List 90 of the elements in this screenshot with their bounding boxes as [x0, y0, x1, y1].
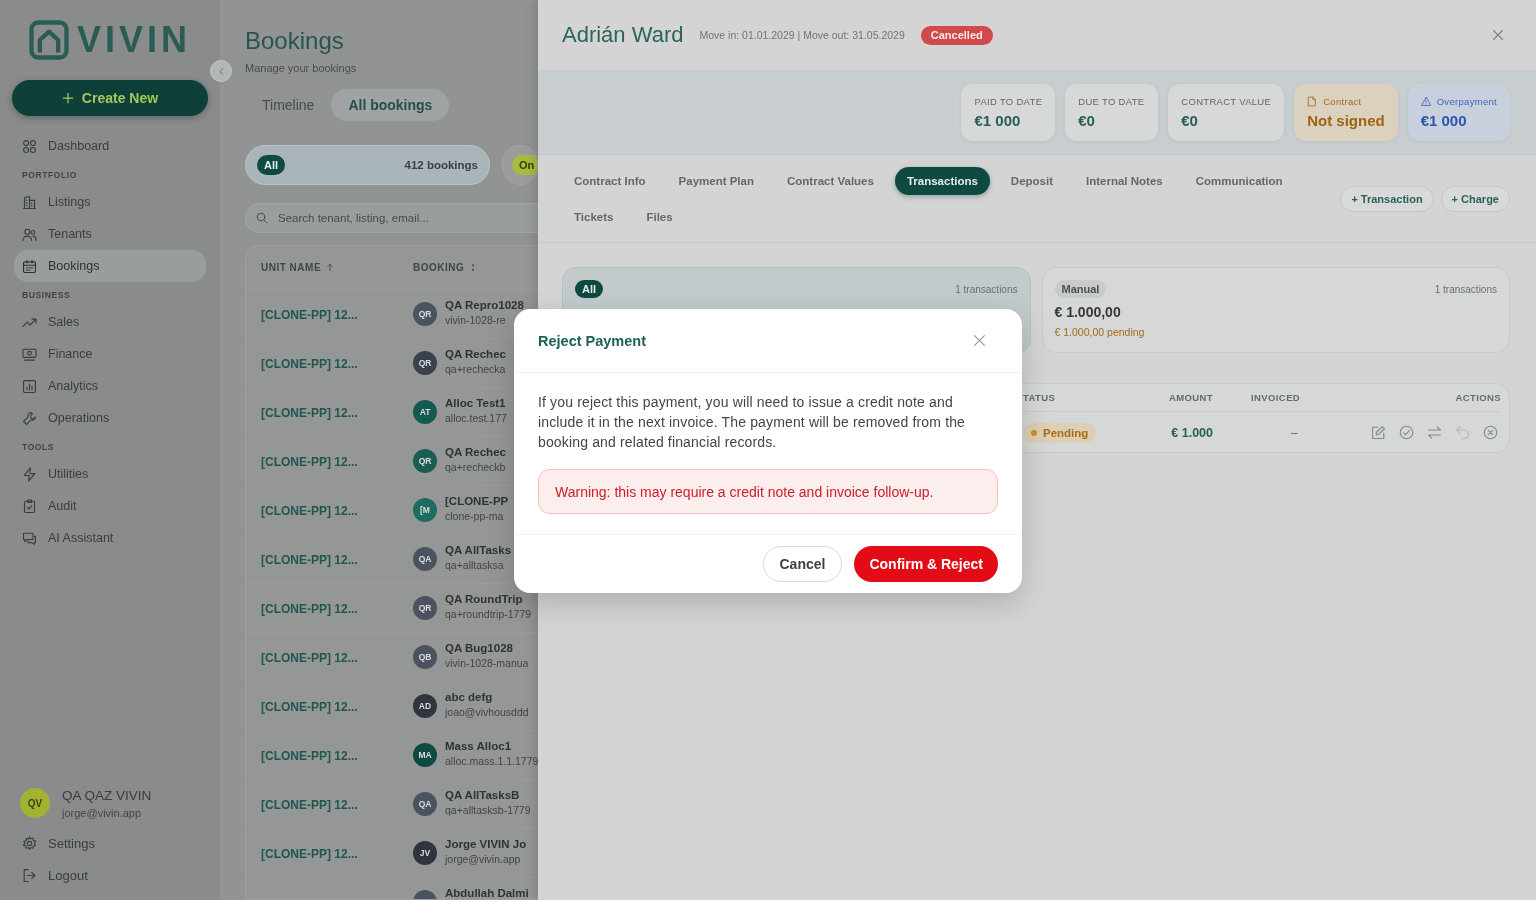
- nav-section-heading: PORTFOLIO: [21, 169, 78, 182]
- stat-label: PAID TO DATE: [974, 95, 1043, 107]
- stat-value: €0: [1181, 111, 1199, 129]
- booking-count: 412 bookings: [404, 159, 478, 171]
- column-header: ACTIONS: [1454, 392, 1501, 403]
- tenant-name: Alloc Test1: [445, 397, 507, 409]
- tenant-name: QA Repro1028: [445, 299, 524, 311]
- page-title: Bookings: [245, 27, 345, 55]
- unit-name: [CLONE-PP] 12...: [261, 455, 358, 469]
- tenant-name: QA AllTasks: [445, 544, 512, 556]
- avatar: QR: [413, 449, 437, 473]
- page-subtitle: Manage your bookings: [245, 61, 358, 75]
- user-name: QA QAZ VIVIN: [62, 787, 152, 803]
- tenant-email: qa+rechecka: [445, 363, 506, 375]
- amount-cell: € 1.000: [1171, 426, 1213, 440]
- avatar: MA: [413, 743, 437, 767]
- stat-label: CONTRACT VALUE: [1181, 95, 1272, 107]
- status-badge: Cancelled: [920, 25, 993, 45]
- unit-name: [CLONE-PP] 12...: [261, 798, 358, 812]
- user-email: jorge@vivin.app: [62, 806, 143, 819]
- tenant-email: joao@vivhousddd: [445, 706, 529, 718]
- nav-section-heading: BUSINESS: [21, 289, 72, 302]
- summary-amount: € 1.000,00: [1054, 304, 1121, 320]
- stat-value: €1 000: [1420, 111, 1468, 129]
- nav-section-heading: TOOLS: [21, 441, 56, 454]
- column-header: INVOICED: [1251, 392, 1302, 403]
- user-avatar: QV: [20, 788, 50, 818]
- warning-message: Warning: this may require a credit note and invoice follow-up.: [538, 469, 998, 514]
- tenant-name: QA Bug1028: [445, 642, 514, 654]
- dialog-title: Reject Payment: [538, 332, 646, 349]
- tenant-email: alloc.test.177: [445, 412, 507, 424]
- avatar: QR: [413, 596, 437, 620]
- stat-label: Overpayment: [1436, 95, 1497, 107]
- dialog-message: If you reject this payment, you will need to issue a credit note and include it in the next invoice. The payment will be removed from the booking and related financial records.: [538, 393, 967, 452]
- transaction-count: 1 transactions: [1434, 283, 1497, 295]
- unit-name: [CLONE-PP] 12...: [261, 700, 358, 714]
- tenant-title: Adrián Ward: [562, 22, 684, 48]
- tenant-name: QA RoundTrip: [445, 593, 524, 605]
- tenant-email: qa+recheckb: [445, 461, 506, 473]
- column-header: AMOUNT: [1167, 392, 1213, 403]
- tenant-email: alloc.mass.1.1.1779: [445, 755, 538, 767]
- pending-amount: € 1.000,00 pending: [1054, 326, 1145, 338]
- avatar: [M: [413, 498, 437, 522]
- avatar: QA: [413, 547, 437, 571]
- tenant-name: [CLONE-PP: [445, 495, 509, 507]
- unit-name: [CLONE-PP] 12...: [261, 847, 358, 861]
- filter-chip: All: [257, 155, 286, 175]
- unit-name: [CLONE-PP] 12...: [261, 553, 358, 567]
- avatar: QR: [413, 351, 437, 375]
- tenant-name: QA AllTasksB: [445, 789, 521, 801]
- tenant-name: Jorge VIVIN Jo: [445, 838, 527, 850]
- column-header: TATUS: [1023, 392, 1057, 403]
- unit-name: [CLONE-PP] 12...: [261, 749, 358, 763]
- unit-name: [CLONE-PP] 12...: [261, 504, 358, 518]
- avatar: JV: [413, 841, 437, 865]
- unit-name: [CLONE-PP] 12...: [261, 308, 358, 322]
- transaction-count: 1 transactions: [955, 283, 1018, 295]
- unit-name: [CLONE-PP] 12...: [261, 357, 358, 371]
- tenant-name: QA Rechec: [445, 446, 506, 458]
- tenant-email: vivin-1028-re: [445, 314, 507, 326]
- avatar: AD: [413, 694, 437, 718]
- stay-dates: Move in: 01.01.2029 | Move out: 31.05.2029: [699, 29, 905, 41]
- stat-label: Contract: [1323, 95, 1362, 107]
- stat-value: €1 000: [974, 111, 1022, 129]
- tenant-name: QA Rechec: [445, 348, 506, 360]
- tenant-email: qa+alltasksb-1779: [445, 804, 531, 816]
- tenant-email: clone-pp-ma: [445, 510, 505, 522]
- tenant-email: qa+alltasksa: [445, 559, 505, 571]
- tenant-email: jorge@vivin.app: [445, 853, 522, 865]
- source-chip: All: [575, 280, 604, 298]
- stat-value: €0: [1078, 111, 1096, 129]
- unit-name: [CLONE-PP] 12...: [261, 406, 358, 420]
- stat-label: DUE TO DATE: [1078, 95, 1145, 107]
- tenant-email: qa+roundtrip-1779: [445, 608, 532, 620]
- logo-text: VIVIN: [77, 19, 191, 61]
- stat-value: Not signed: [1307, 111, 1385, 129]
- avatar: QA: [413, 792, 437, 816]
- tenant-name: Mass Alloc1: [445, 740, 513, 752]
- unit-name: [CLONE-PP] 12...: [261, 602, 358, 616]
- invoiced-cell: –: [1291, 426, 1298, 440]
- source-chip: Manual: [1054, 280, 1107, 298]
- unit-name: [CLONE-PP] 12...: [261, 651, 358, 665]
- avatar: QR: [413, 302, 437, 326]
- status-label: Pending: [1043, 426, 1089, 439]
- avatar: AT: [413, 400, 437, 424]
- avatar: QB: [413, 645, 437, 669]
- tenant-name: abc defg: [445, 691, 494, 703]
- filter-chip: On: [512, 155, 537, 175]
- tenant-email: vivin-1028-manua: [445, 657, 529, 669]
- tenant-name: Abdullah Dalmi: [445, 887, 529, 899]
